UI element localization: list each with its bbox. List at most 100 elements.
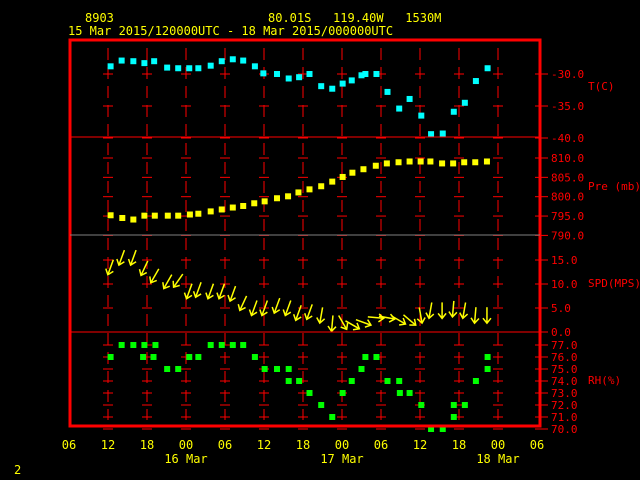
date-label: 18 Mar (476, 452, 519, 466)
temperature-point (428, 131, 435, 138)
wind-tick-label: 10.0 (551, 278, 578, 291)
station-id: 8903 (85, 11, 114, 25)
pressure-point (383, 160, 390, 167)
pressure-point (349, 169, 356, 176)
time-period: 15 Mar 2015/120000UTC - 18 Mar 2015/0000… (68, 24, 393, 38)
x-tick-label: 06 (374, 438, 388, 452)
temperature-point (450, 108, 457, 115)
rh-point (140, 354, 147, 360)
wind-arrow (292, 305, 302, 322)
pressure-point (360, 166, 367, 173)
wind-arrow (391, 315, 407, 326)
date-label: 17 Mar (320, 452, 363, 466)
temperature-tick-label: -35.0 (551, 100, 584, 113)
wind-arrow (482, 307, 492, 325)
pressure-point (175, 212, 182, 219)
pressure-point (285, 193, 292, 200)
rh-point (384, 378, 391, 384)
temperature-point (240, 57, 247, 64)
wind-arrow (338, 315, 349, 331)
temperature-point (384, 88, 391, 95)
temperature-point (285, 75, 292, 82)
pressure-point (164, 212, 171, 219)
wind-arrow (105, 259, 115, 276)
rh-point (141, 342, 148, 348)
temperature-axis-title: T(C) (588, 80, 615, 93)
x-tick-label: 18 (452, 438, 466, 452)
rh-point (373, 354, 380, 360)
pressure-point (339, 173, 346, 180)
date-label: 16 Mar (164, 452, 207, 466)
x-tick-label: 00 (335, 438, 349, 452)
rh-point (450, 414, 457, 420)
pressure-point (318, 183, 325, 190)
pressure-point (251, 200, 258, 207)
x-tick-label: 12 (413, 438, 427, 452)
rh-axis-title: RH(%) (588, 374, 621, 387)
pressure-point (274, 195, 280, 202)
rh-point (251, 354, 258, 360)
rh-point (164, 366, 171, 372)
x-tick-label: 06 (530, 438, 544, 452)
pressure-tick-label: 800.0 (551, 191, 584, 204)
wind-arrow (437, 302, 447, 320)
wind-arrow (248, 300, 258, 317)
temperature-point (260, 70, 267, 77)
wind-arrow (304, 304, 313, 321)
pressure-point (151, 212, 158, 219)
x-tick-label: 18 (140, 438, 154, 452)
temperature-point (195, 65, 202, 72)
rh-point (207, 342, 214, 348)
axis-labels: 06 12 18 00 06 12 18 00 06 12 18 00 06 16 Mar 17 Mar 18… (62, 68, 640, 466)
rh-point (150, 354, 157, 360)
pressure-point (130, 216, 137, 223)
temperature-point (151, 58, 158, 65)
rh-point (274, 366, 280, 372)
temperature-point (396, 105, 403, 112)
pressure-tick-label: 810.0 (551, 152, 584, 165)
rh-point (229, 342, 236, 348)
pressure-point (218, 206, 225, 213)
temperature-point (362, 71, 369, 77)
wind-arrow (172, 273, 184, 289)
rh-point (285, 366, 292, 372)
pressure-point (107, 212, 114, 219)
pressure-point (229, 204, 236, 211)
temperature-point (406, 95, 413, 102)
wind-arrow (459, 302, 469, 320)
rh-point (484, 354, 491, 360)
rh-point (218, 342, 225, 348)
temperature-point (373, 71, 380, 77)
rh-point (152, 342, 159, 348)
temperature-point (296, 74, 303, 81)
rh-point (306, 390, 313, 396)
rh-point (175, 366, 182, 372)
wind-arrow (367, 313, 385, 323)
x-tick-label: 00 (179, 438, 193, 452)
x-tick-label: 12 (101, 438, 115, 452)
pressure-point (195, 210, 202, 217)
pressure-point (450, 160, 457, 167)
wind-arrow (192, 281, 202, 299)
pressure-point (306, 186, 313, 193)
temperature-point (484, 65, 491, 72)
wind-arrow (416, 307, 426, 325)
pressure-point (372, 162, 379, 169)
pressure-point (461, 159, 468, 166)
rh-point (261, 366, 268, 372)
data-marks (105, 56, 492, 432)
pressure-axis-title: Pre (mb) (588, 180, 640, 193)
wind-axis-title: SPD(MPS) (588, 277, 640, 290)
wind-arrow (205, 283, 215, 300)
wind-arrow (127, 249, 137, 267)
wind-arrow (237, 295, 248, 312)
wind-arrow (271, 297, 281, 315)
pressure-point (472, 159, 479, 166)
wind-arrow (162, 274, 173, 290)
temperature-point (274, 71, 280, 77)
wind-arrow (470, 307, 480, 325)
x-tick-label: 06 (62, 438, 76, 452)
pressure-point (119, 214, 126, 221)
temperature-point (164, 64, 171, 71)
wind-tick-label: 15.0 (551, 254, 578, 267)
